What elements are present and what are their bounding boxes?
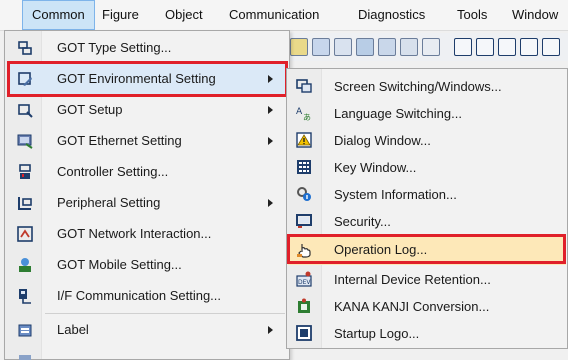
menu-object[interactable]: Object: [165, 0, 203, 30]
environment-settings-icon: [18, 72, 32, 86]
screen-switching-icon: [296, 79, 312, 93]
menu-item-label: Label: [57, 322, 89, 337]
menu-item-label: GOT Setup: [57, 102, 123, 117]
mobile-icon: [19, 258, 31, 272]
controller-icon: [19, 164, 31, 179]
menu-item-label: Controller Setting...: [57, 164, 169, 179]
toolbar-button-3[interactable]: [334, 38, 352, 56]
security-icon: [296, 214, 312, 228]
kana-kanji-icon: [298, 298, 310, 313]
menu-communication[interactable]: Communication: [229, 0, 319, 30]
submenu-item-internal-device-retention[interactable]: DEV Internal Device Retention...: [288, 266, 566, 293]
environmental-setting-submenu: Screen Switching/Windows... A あ Language…: [286, 68, 568, 349]
submenu-item-label: Key Window...: [334, 160, 417, 175]
submenu-arrow-icon: [268, 199, 273, 207]
toolbar-button-1[interactable]: [290, 38, 308, 56]
menu-item-got-network-interaction[interactable]: GOT Network Interaction...: [7, 219, 287, 249]
system-information-icon: [297, 187, 311, 201]
menu-item-peripheral-setting[interactable]: Peripheral Setting: [7, 188, 287, 218]
toolbar: [290, 33, 568, 61]
submenu-item-screen-switching[interactable]: Screen Switching/Windows...: [288, 73, 566, 100]
submenu-arrow-icon: [268, 137, 273, 145]
common-menu: GOT Type Setting... GOT Environmental Se…: [4, 30, 290, 360]
svg-text:A: A: [296, 107, 303, 117]
toolbar-button-5[interactable]: [378, 38, 396, 56]
menu-item-got-environmental-setting[interactable]: GOT Environmental Setting: [7, 64, 287, 94]
menu-window[interactable]: Window: [512, 0, 558, 30]
toolbar-button-4[interactable]: [356, 38, 374, 56]
warning-icon: [296, 132, 312, 148]
label-icon: [18, 324, 32, 337]
submenu-item-dialog-window[interactable]: Dialog Window...: [288, 127, 566, 154]
menu-item-label: GOT Mobile Setting...: [57, 257, 182, 272]
submenu-item-label: Security...: [334, 214, 391, 229]
submenu-item-startup-logo[interactable]: Startup Logo...: [288, 320, 566, 347]
toolbar-button-2[interactable]: [312, 38, 330, 56]
got-type-icon: [18, 41, 32, 55]
submenu-item-operation-log[interactable]: Operation Log...: [288, 235, 566, 265]
menu-item-got-mobile-setting[interactable]: GOT Mobile Setting...: [7, 250, 287, 280]
svg-text:DEV: DEV: [298, 279, 311, 286]
menu-item-controller-setting[interactable]: Controller Setting...: [7, 157, 287, 187]
svg-text:あ: あ: [303, 113, 311, 121]
menu-item-got-setup[interactable]: GOT Setup: [7, 95, 287, 125]
submenu-item-label: Language Switching...: [334, 106, 462, 121]
menu-figure[interactable]: Figure: [102, 0, 139, 30]
submenu-item-security[interactable]: Security...: [288, 208, 566, 235]
submenu-item-label: KANA KANJI Conversion...: [334, 299, 490, 314]
menu-item-label: GOT Network Interaction...: [57, 226, 212, 241]
menu-item-partial[interactable]: [7, 346, 287, 360]
submenu-item-label: Operation Log...: [334, 242, 428, 257]
menu-item-if-communication-setting[interactable]: I/F Communication Setting...: [7, 281, 287, 311]
submenu-item-label: Internal Device Retention...: [334, 272, 491, 287]
menu-bar: Common Figure Object Communication Diagn…: [0, 0, 568, 31]
toolbar-button-6[interactable]: [400, 38, 418, 56]
if-communication-icon: [19, 289, 31, 304]
peripheral-icon: [18, 197, 32, 210]
language-icon: A あ: [296, 107, 311, 121]
submenu-item-system-information[interactable]: System Information...: [288, 181, 566, 208]
menu-item-label: Peripheral Setting: [57, 195, 161, 210]
menu-item-label: GOT Environmental Setting: [57, 71, 216, 86]
toolbar-button-11[interactable]: [520, 38, 538, 56]
ethernet-icon: [17, 134, 33, 149]
keypad-icon: [297, 160, 311, 174]
device-retention-icon: DEV: [296, 271, 312, 287]
menu-common[interactable]: Common: [22, 0, 95, 30]
submenu-item-label: Screen Switching/Windows...: [334, 79, 502, 94]
toolbar-button-7[interactable]: [422, 38, 440, 56]
submenu-item-kana-kanji-conversion[interactable]: KANA KANJI Conversion...: [288, 293, 566, 320]
got-setup-icon: [18, 104, 33, 118]
submenu-arrow-icon: [268, 326, 273, 334]
menu-diagnostics[interactable]: Diagnostics: [358, 0, 425, 30]
toolbar-button-10[interactable]: [498, 38, 516, 56]
menu-item-label: GOT Type Setting...: [57, 40, 172, 55]
submenu-item-label: System Information...: [334, 187, 457, 202]
menu-tools[interactable]: Tools: [457, 0, 487, 30]
startup-logo-icon: [296, 325, 312, 341]
menu-item-got-type-setting[interactable]: GOT Type Setting...: [7, 33, 287, 63]
operation-log-icon: [297, 244, 311, 258]
menu-item-got-ethernet-setting[interactable]: GOT Ethernet Setting: [7, 126, 287, 156]
toolbar-button-9[interactable]: [476, 38, 494, 56]
submenu-item-key-window[interactable]: Key Window...: [288, 154, 566, 181]
submenu-item-language-switching[interactable]: A あ Language Switching...: [288, 100, 566, 127]
submenu-item-label: Startup Logo...: [334, 326, 420, 341]
network-interaction-icon: [17, 226, 33, 242]
menu-item-label: I/F Communication Setting...: [57, 288, 222, 303]
submenu-item-label: Dialog Window...: [334, 133, 431, 148]
partial-item-icon: [19, 355, 31, 360]
submenu-arrow-icon: [268, 106, 273, 114]
menu-item-label: GOT Ethernet Setting: [57, 133, 182, 148]
menu-item-label-setting[interactable]: Label: [7, 315, 287, 345]
toolbar-button-8[interactable]: [454, 38, 472, 56]
menu-separator: [45, 313, 285, 314]
submenu-arrow-icon: [268, 75, 273, 83]
toolbar-button-12[interactable]: [542, 38, 560, 56]
